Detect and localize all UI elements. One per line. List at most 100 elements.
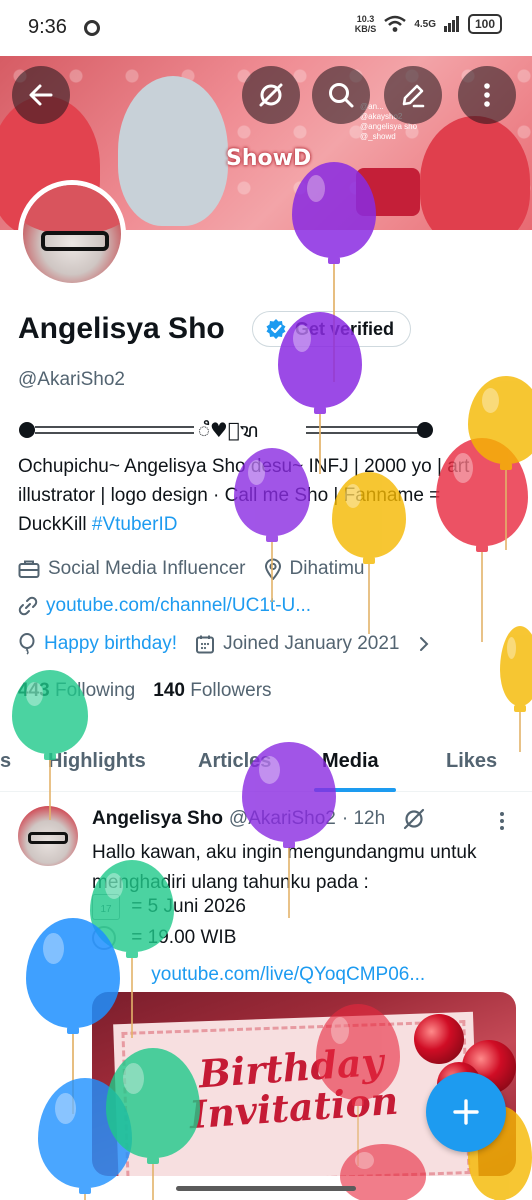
post-time: · 12h (341, 808, 386, 829)
notification-dot-icon (84, 20, 100, 36)
arrow-left-icon (29, 84, 53, 106)
profile-birthday[interactable]: Happy birthday! (18, 633, 177, 655)
edit-button[interactable] (384, 66, 442, 124)
followers-label: Followers (190, 680, 272, 701)
signal-icon (444, 16, 459, 32)
post-text: Hallo kawan, aku ingin mengundangmu untu… (92, 842, 477, 893)
search-button[interactable] (312, 66, 370, 124)
verified-badge-icon (266, 319, 286, 339)
post-date-text: = 5 Juni 2026 (131, 896, 246, 918)
grok-button[interactable] (242, 66, 300, 124)
decor-glyph: ꦶ♥ꦶꦫ (198, 418, 259, 442)
balloon-decoration (500, 626, 532, 756)
avatar-glasses (41, 231, 109, 251)
balloon-icon (19, 633, 35, 655)
status-indicators: 10.3 KB/S 4.5G 100 (355, 14, 502, 34)
cherry-decoration (414, 1014, 464, 1064)
calendar-icon (196, 635, 215, 654)
get-verified-label: Get verified (295, 318, 395, 339)
invitation-title: Birthday Invitation (185, 1039, 400, 1138)
profile-category: Social Media Influencer (18, 558, 246, 580)
post-header: Angelisya Sho @AkariSho2 · 12h (92, 806, 427, 832)
profile-tabs: s Highlights Articles Media Likes (0, 740, 532, 792)
balloon-knot (79, 1187, 91, 1194)
profile-meta-row: Social Media Influencer Dihatimu (18, 558, 382, 580)
tab-highlights[interactable]: Highlights (48, 750, 146, 773)
following-label: Following (54, 680, 136, 701)
bio-hashtag-link[interactable]: #VtuberID (92, 514, 178, 535)
balloon-body (468, 376, 532, 464)
network-speed-value: 10.3 (356, 14, 375, 24)
balloon-body (500, 626, 532, 706)
following-count: 443 (18, 680, 50, 701)
status-time: 9:36 (28, 16, 67, 38)
location-label: Dihatimu (289, 558, 365, 579)
tab-media[interactable]: Media (322, 750, 379, 773)
network-speed: 10.3 KB/S (355, 14, 377, 34)
network-speed-unit: KB/S (354, 24, 377, 34)
clock-emoji-icon (92, 926, 116, 950)
profile-joined: Joined January 2021 (195, 633, 400, 655)
link-emoji-icon (92, 956, 116, 980)
balloon-string (72, 1034, 74, 1114)
post-time-line: = 19.00 WIB (92, 926, 236, 950)
birthday-label[interactable]: Happy birthday! (44, 633, 177, 655)
balloon-knot (476, 545, 488, 552)
more-vertical-icon (484, 83, 490, 107)
avatar-hair (23, 185, 121, 235)
back-button[interactable] (12, 66, 70, 124)
balloon-shine (507, 637, 516, 659)
following-link[interactable]: 443 Following (18, 680, 135, 702)
link-icon (18, 596, 38, 616)
post-author-avatar[interactable] (18, 806, 78, 866)
tab-replies[interactable]: s (0, 750, 11, 773)
banner-character-center (118, 76, 228, 226)
active-tab-indicator (314, 788, 396, 792)
profile-website-row: youtube.com/channel/UC1t-U... (18, 595, 329, 617)
tab-articles[interactable]: Articles (198, 750, 271, 773)
website-link[interactable]: youtube.com/channel/UC1t-U... (46, 595, 311, 617)
calendar-emoji-day: 17 (100, 904, 112, 915)
compose-post-button[interactable] (426, 1072, 506, 1152)
status-bar: 9:36 10.3 KB/S 4.5G 100 (0, 0, 532, 56)
wifi-icon (384, 15, 407, 32)
display-name: Angelisya Sho (18, 312, 225, 345)
bio-text: Ochupichu~ Angelisya Sho desu~ INFJ | 20… (18, 456, 470, 535)
get-verified-button[interactable]: Get verified (252, 311, 412, 347)
chevron-right-icon[interactable] (418, 635, 430, 653)
pencil-icon (402, 84, 425, 108)
banner-logo: ShowD (226, 146, 312, 171)
post-author-handle[interactable]: @AkariSho2 (229, 808, 336, 830)
post-author-name[interactable]: Angelisya Sho (92, 808, 223, 830)
home-indicator[interactable] (176, 1186, 356, 1191)
balloon-knot (514, 705, 526, 712)
post-avatar-glasses (28, 832, 68, 844)
bio-decoration: ꦶ♥ꦶꦫ (18, 418, 434, 442)
balloon-shine (43, 933, 64, 964)
balloon-shine (55, 1093, 76, 1124)
followers-count: 140 (153, 680, 185, 701)
post-link-line: youtube.com/live/QYoqCMP06... (92, 956, 425, 986)
banner-cake (356, 168, 420, 216)
post-more-icon[interactable] (496, 810, 508, 832)
profile-handle: @AkariSho2 (18, 369, 125, 390)
followers-link[interactable]: 140 Followers (153, 680, 271, 702)
banner-tag: @_showd (360, 132, 396, 141)
battery-indicator: 100 (468, 14, 502, 34)
balloon-shine (482, 388, 499, 413)
tab-likes[interactable]: Likes (446, 750, 497, 773)
balloon-string (481, 552, 483, 642)
balloon-knot (328, 257, 340, 264)
balloon-knot (67, 1027, 79, 1034)
profile-bio: Ochupichu~ Angelisya Sho desu~ INFJ | 20… (18, 452, 514, 539)
post-date-line: 17 = 5 Juni 2026 (92, 894, 246, 920)
location-pin-icon (264, 558, 281, 580)
profile-avatar[interactable] (18, 180, 126, 288)
balloon-string (84, 1194, 86, 1200)
plus-icon (453, 1099, 479, 1125)
post-youtube-link[interactable]: youtube.com/live/QYoqCMP06... (151, 964, 425, 985)
profile-website[interactable]: youtube.com/channel/UC1t-U... (18, 595, 311, 617)
grok-icon[interactable] (401, 806, 427, 832)
more-options-button[interactable] (458, 66, 516, 124)
search-icon (329, 83, 354, 108)
